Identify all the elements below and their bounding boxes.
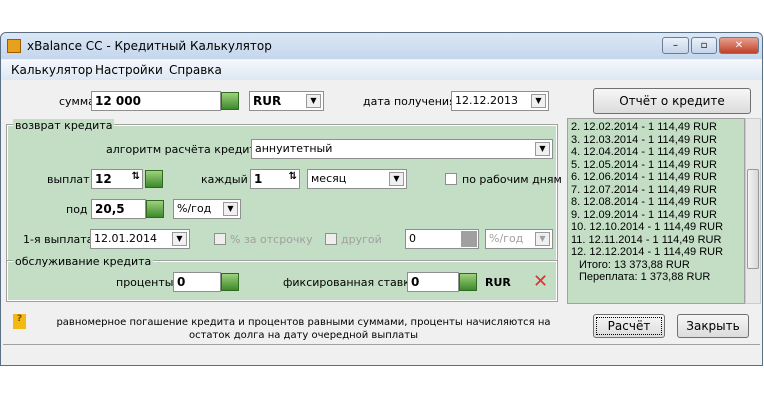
list-item: 2. 12.02.2014 - 1 114,49 RUR: [571, 121, 717, 133]
date-label: дата получения: [363, 95, 456, 108]
calculate-button[interactable]: Расчёт: [593, 314, 665, 338]
payments-label: выплат: [47, 173, 90, 186]
close-button[interactable]: Закрыть: [677, 314, 749, 338]
hint-icon: ?: [13, 314, 26, 329]
every-label: каждый: [201, 173, 248, 186]
other-unit-select[interactable]: %/год ▼: [485, 229, 553, 249]
chevron-down-icon: ▼: [172, 232, 187, 246]
list-item: 9. 12.09.2014 - 1 114,49 RUR: [571, 208, 717, 221]
title-bar: xBalance CC - Кредитный Калькулятор – ▫ …: [1, 33, 762, 59]
chevron-down-icon: ▼: [531, 94, 546, 108]
other-checkbox[interactable]: [325, 233, 337, 245]
chevron-down-icon: ▼: [389, 172, 404, 186]
menu-help[interactable]: Справка: [169, 63, 222, 77]
list-item: 11. 12.11.2014 - 1 114,49 RUR: [571, 233, 722, 246]
menu-calculator[interactable]: Калькулятор: [11, 63, 93, 77]
every-input[interactable]: 1 ⇅: [250, 169, 300, 189]
date-value: 12.12.2013: [455, 94, 518, 107]
payments-value: 12: [95, 172, 112, 186]
close-window-button[interactable]: ✕: [719, 37, 759, 54]
delete-icon[interactable]: ✕: [533, 271, 548, 292]
spin-icon[interactable]: ⇅: [289, 171, 297, 182]
scrollbar-thumb[interactable]: [747, 169, 759, 269]
every-value: 1: [254, 172, 263, 186]
first-payment-date-select[interactable]: 12.01.2014 ▼: [90, 229, 190, 249]
repay-group-title: возврат кредита: [13, 119, 115, 132]
other-unit-value: %/год: [489, 232, 524, 245]
amount-input[interactable]: 12 000: [91, 91, 221, 111]
minimize-button[interactable]: –: [662, 37, 689, 54]
list-item: 6. 12.06.2014 - 1 114,49 RUR: [571, 171, 717, 183]
first-payment-label: 1-я выплата: [23, 233, 94, 246]
chevron-down-icon: ▼: [535, 142, 550, 156]
period-select[interactable]: месяц ▼: [307, 169, 407, 189]
scrollbar[interactable]: [745, 118, 761, 304]
menu-bar: Калькулятор Настройки Справка: [1, 60, 762, 80]
list-item: 8. 12.08.2014 - 1 114,49 RUR: [571, 196, 717, 208]
period-value: месяц: [311, 172, 347, 185]
list-item: 3. 12.03.2014 - 1 114,49 RUR: [571, 133, 717, 146]
maximize-button[interactable]: ▫: [691, 37, 717, 54]
chevron-down-icon: ▼: [535, 232, 550, 246]
report-button[interactable]: Отчёт о кредите: [593, 88, 751, 114]
overpay-text: Переплата: 1 373,88 RUR: [579, 271, 711, 283]
hint-text: равномерное погашение кредита и проценто…: [56, 317, 551, 341]
chevron-down-icon: ▼: [306, 94, 321, 108]
payments-input[interactable]: 12 ⇅: [91, 169, 143, 189]
fixed-rate-label: фиксированная ставка: [283, 276, 417, 289]
spin-icon[interactable]: ⇅: [132, 171, 140, 182]
app-icon: [7, 39, 21, 53]
calculator-icon-disabled: [461, 231, 477, 247]
algo-value: аннуитетный: [255, 142, 333, 155]
rate-unit-value: %/год: [177, 202, 212, 215]
algo-label: алгоритм расчёта кредита: [106, 143, 263, 156]
total-text: Итого: 13 373,88 RUR: [579, 258, 690, 271]
deferral-checkbox[interactable]: [214, 233, 226, 245]
calculator-icon[interactable]: [145, 170, 163, 188]
list-item: 5. 12.05.2014 - 1 114,49 RUR: [571, 158, 717, 171]
amount-label: сумма: [59, 95, 95, 108]
calculator-icon[interactable]: [146, 200, 164, 218]
percent-label: проценты: [116, 276, 174, 289]
first-date-value: 12.01.2014: [94, 232, 157, 245]
list-item: 10. 12.10.2014 - 1 114,49 RUR: [571, 221, 724, 233]
fixed-rate-input[interactable]: 0: [407, 272, 459, 292]
window-title: xBalance CC - Кредитный Калькулятор: [27, 39, 272, 53]
chevron-down-icon: ▼: [223, 202, 238, 216]
date-select[interactable]: 12.12.2013 ▼: [451, 91, 549, 111]
schedule-list[interactable]: 2. 12.02.2014 - 1 114,49 RUR 3. 12.03.20…: [567, 118, 745, 304]
rate-unit-select[interactable]: %/год ▼: [173, 199, 241, 219]
rate-label: под: [66, 203, 88, 216]
calculator-icon[interactable]: [221, 92, 239, 110]
app-window: xBalance CC - Кредитный Калькулятор – ▫ …: [0, 32, 763, 366]
workdays-label: по рабочим дням: [462, 173, 562, 186]
menu-settings[interactable]: Настройки: [95, 63, 163, 77]
rate-input[interactable]: 20,5: [91, 199, 146, 219]
other-label: другой: [341, 233, 382, 246]
deferral-label: % за отсрочку: [230, 233, 313, 246]
currency-select[interactable]: RUR ▼: [249, 91, 324, 111]
list-item: 4. 12.04.2014 - 1 114,49 RUR: [571, 146, 717, 158]
calculator-icon[interactable]: [221, 273, 239, 291]
currency-value: RUR: [253, 94, 282, 108]
algo-select[interactable]: аннуитетный ▼: [251, 139, 553, 159]
workdays-checkbox[interactable]: [445, 173, 457, 185]
status-bar: [3, 344, 760, 364]
calculator-icon[interactable]: [459, 273, 477, 291]
list-item: 12. 12.12.2014 - 1 114,49 RUR: [571, 246, 724, 258]
fixed-currency: RUR: [485, 276, 511, 289]
list-item: 7. 12.07.2014 - 1 114,49 RUR: [571, 183, 717, 196]
service-group-title: обслуживание кредита: [13, 255, 154, 268]
percent-input[interactable]: 0: [173, 272, 221, 292]
